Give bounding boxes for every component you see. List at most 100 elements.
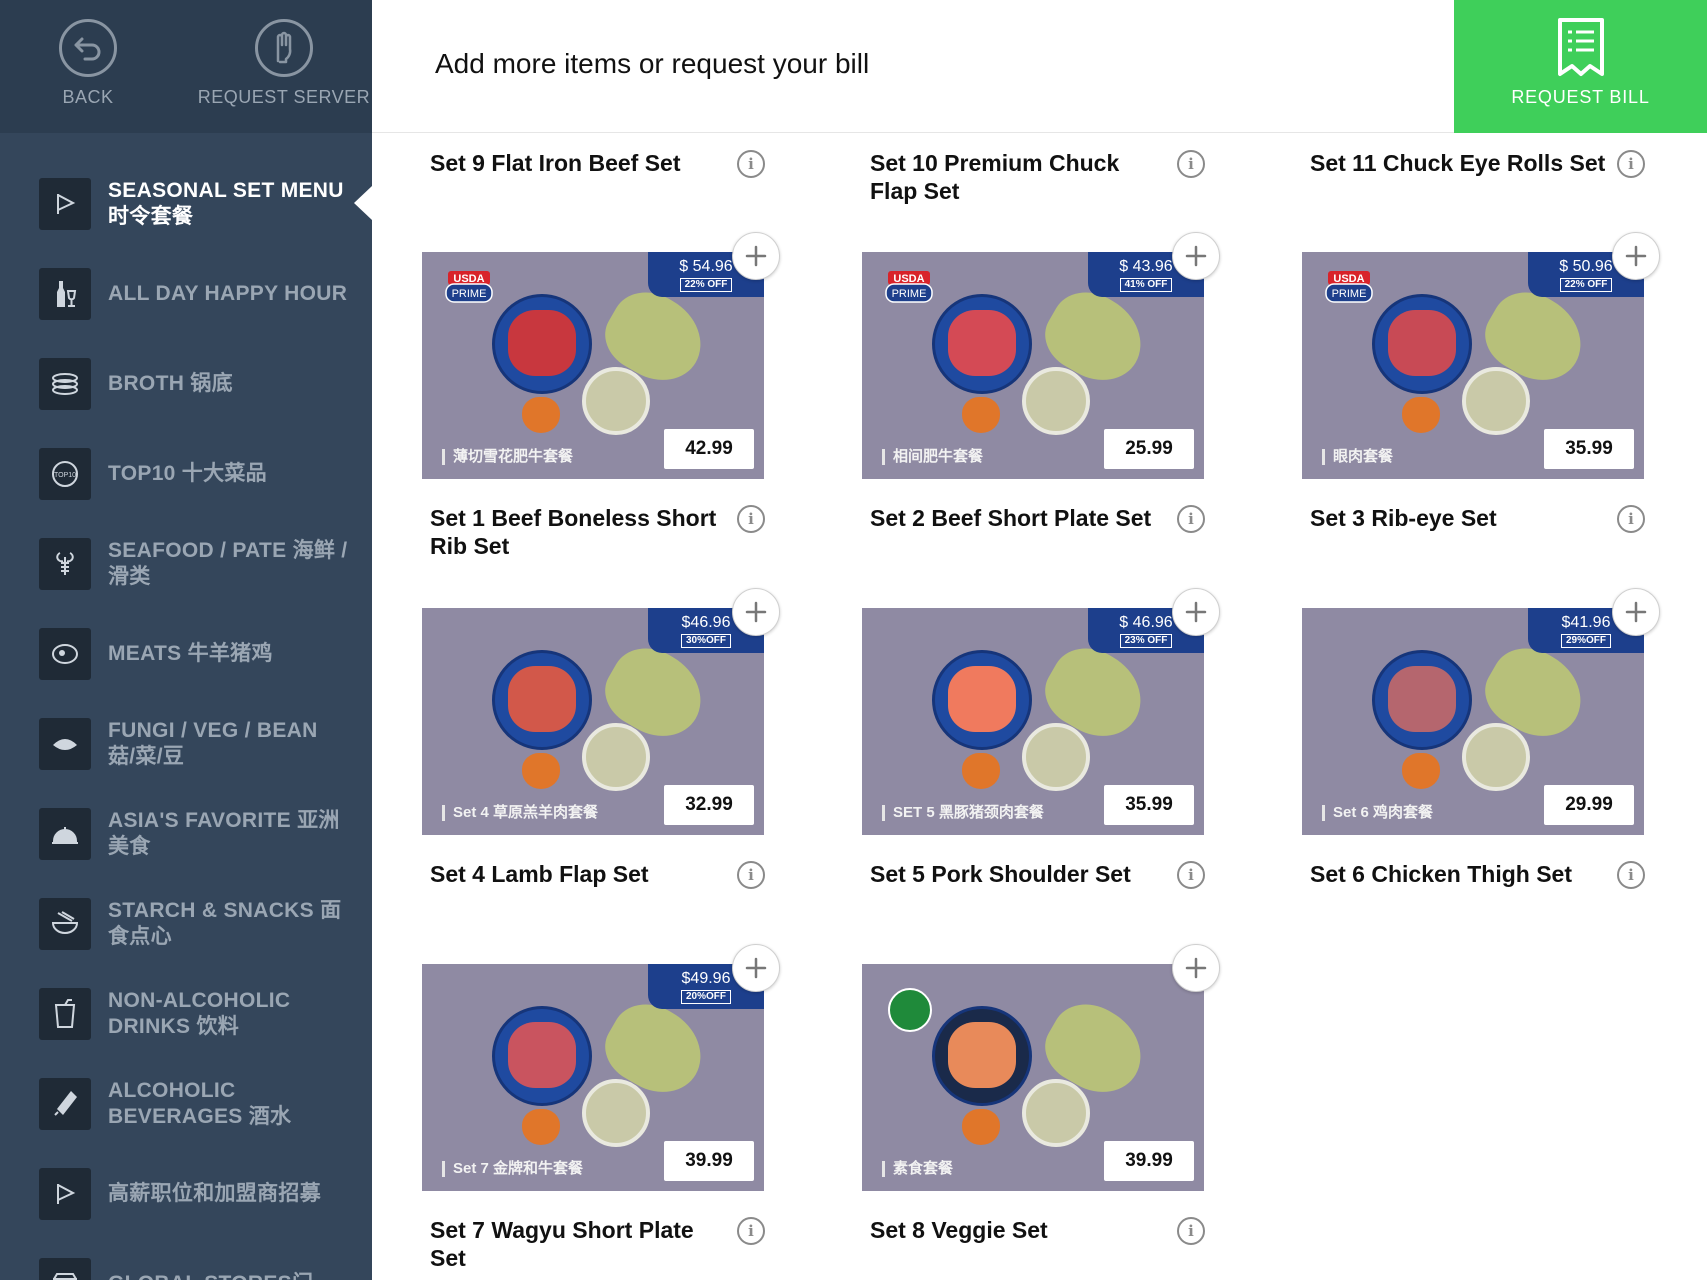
info-icon[interactable]: i: [737, 861, 765, 889]
category-item[interactable]: SEASONAL SET MENU 时令套餐: [0, 159, 372, 249]
category-item[interactable]: ALCOHOLIC BEVERAGES 酒水: [0, 1059, 372, 1149]
sauce-dish: [1402, 753, 1440, 789]
category-item[interactable]: BROTH 锅底: [0, 339, 372, 429]
set-card-image[interactable]: USDA PRIME $ 54.96 22% OFF 薄切雪花肥牛套餐 42.99: [422, 252, 764, 479]
set-card-image[interactable]: USDA PRIME $ 50.96 22% OFF 眼肉套餐 35.99: [1302, 252, 1644, 479]
flag-icon: [39, 1168, 91, 1220]
category-label: BROTH 锅底: [108, 372, 233, 395]
add-item-button[interactable]: [732, 944, 780, 992]
original-price: $ 50.96: [1559, 257, 1613, 275]
add-item-button[interactable]: [1612, 588, 1660, 636]
set-card-image[interactable]: 素食套餐 39.99: [862, 964, 1204, 1191]
soup-bowl: [582, 1079, 650, 1147]
info-icon[interactable]: i: [1177, 861, 1205, 889]
flag-icon: [39, 178, 91, 230]
svg-text:PRIME: PRIME: [452, 288, 487, 300]
item-title: Set 6 Chicken Thigh Set: [1310, 861, 1572, 887]
request-server-button[interactable]: REQUEST SERVER: [196, 0, 372, 133]
category-label: TOP10 十大菜品: [108, 462, 267, 485]
sauce-dish: [522, 753, 560, 789]
info-icon[interactable]: i: [1177, 505, 1205, 533]
soup-bowl: [582, 723, 650, 791]
set-card-image[interactable]: $ 46.96 23% OFF SET 5 黑豚猪颈肉套餐 35.99: [862, 608, 1204, 835]
category-item[interactable]: NON-ALCOHOLIC DRINKS 饮料: [0, 969, 372, 1059]
svg-text:PRIME: PRIME: [892, 288, 927, 300]
soup-bowl: [1022, 723, 1090, 791]
original-price: $49.96: [681, 969, 731, 987]
hand-icon: [255, 19, 313, 77]
add-item-button[interactable]: [1172, 588, 1220, 636]
soup-bowl: [1022, 1079, 1090, 1147]
item-title: Set 7 Wagyu Short Plate Set: [430, 1217, 694, 1271]
add-item-button[interactable]: [1612, 232, 1660, 280]
info-icon[interactable]: i: [1617, 505, 1645, 533]
add-item-button[interactable]: [732, 588, 780, 636]
sauce-dish: [962, 753, 1000, 789]
set-card-image[interactable]: $41.96 29%OFF Set 6 鸡肉套餐 29.99: [1302, 608, 1644, 835]
bottle-glass-icon: [39, 268, 91, 320]
category-label: GLOBAL STORES门: [108, 1271, 348, 1280]
original-price: $ 54.96: [679, 257, 733, 275]
add-item-button[interactable]: [732, 232, 780, 280]
original-price: $ 43.96: [1119, 257, 1173, 275]
back-button[interactable]: BACK: [38, 0, 138, 133]
info-icon[interactable]: i: [737, 505, 765, 533]
usda-prime-logo: USDA PRIME: [884, 270, 934, 304]
meat-slices: [1388, 666, 1456, 732]
category-item[interactable]: TOP10 TOP10 十大菜品: [0, 429, 372, 519]
discount-percent: 41% OFF: [1119, 277, 1173, 292]
sauce-dish: [522, 397, 560, 433]
plus-icon: [1185, 957, 1207, 979]
lobster-icon: [39, 538, 91, 590]
category-item[interactable]: ALL DAY HAPPY HOUR: [0, 249, 372, 339]
item-title: Set 1 Beef Boneless Short Rib Set: [430, 505, 717, 559]
category-item[interactable]: STARCH & SNACKS 面食点心: [0, 879, 372, 969]
original-price: $46.96: [681, 613, 731, 631]
category-item[interactable]: SEAFOOD / PATE 海鲜 / 滑类: [0, 519, 372, 609]
discount-percent: 29%OFF: [1560, 633, 1611, 648]
price-tag: 29.99: [1544, 785, 1634, 825]
original-price: $ 46.96: [1119, 613, 1173, 631]
set-card-image[interactable]: $49.96 20%OFF Set 7 金牌和牛套餐 39.99: [422, 964, 764, 1191]
price-tag: 35.99: [1104, 785, 1194, 825]
svg-text:USDA: USDA: [453, 273, 484, 285]
sauce-dish: [1402, 397, 1440, 433]
meat-slices: [508, 310, 576, 376]
item-title: Set 5 Pork Shoulder Set: [870, 861, 1131, 887]
info-icon[interactable]: i: [1177, 1217, 1205, 1245]
info-icon[interactable]: i: [1617, 861, 1645, 889]
set-card-image[interactable]: USDA PRIME $ 43.96 41% OFF 相间肥牛套餐 25.99: [862, 252, 1204, 479]
info-icon[interactable]: i: [1617, 150, 1645, 178]
discount-percent: 20%OFF: [680, 989, 731, 1004]
info-icon[interactable]: i: [737, 150, 765, 178]
item-title: Set 11 Chuck Eye Rolls Set: [1310, 150, 1606, 176]
category-item[interactable]: GLOBAL STORES门: [0, 1239, 372, 1280]
soup-bowl: [1462, 367, 1530, 435]
plus-icon: [1625, 601, 1647, 623]
card-chinese-name: Set 4 草原羔羊肉套餐: [442, 805, 598, 821]
category-item[interactable]: FUNGI / VEG / BEAN 菇/菜/豆: [0, 699, 372, 789]
item-title: Set 2 Beef Short Plate Set: [870, 505, 1152, 531]
svg-text:TOP10: TOP10: [54, 472, 76, 479]
set-card-image[interactable]: $46.96 30%OFF Set 4 草原羔羊肉套餐 32.99: [422, 608, 764, 835]
request-bill-button[interactable]: REQUEST BILL: [1454, 0, 1707, 133]
info-icon[interactable]: i: [1177, 150, 1205, 178]
price-tag: 25.99: [1104, 429, 1194, 469]
add-item-button[interactable]: [1172, 944, 1220, 992]
item-title: Set 4 Lamb Flap Set: [430, 861, 649, 887]
svg-text:USDA: USDA: [893, 273, 924, 285]
sauce-dish: [522, 1109, 560, 1145]
plus-icon: [745, 957, 767, 979]
meat-slices: [508, 666, 576, 732]
category-item[interactable]: ASIA'S FAVORITE 亚洲美食: [0, 789, 372, 879]
noodle-bowl-icon: [39, 898, 91, 950]
category-item[interactable]: MEATS 牛羊猪鸡: [0, 609, 372, 699]
meat-slices: [948, 666, 1016, 732]
meat-slices: [948, 310, 1016, 376]
category-label: MEATS 牛羊猪鸡: [108, 642, 273, 665]
item-title: Set 8 Veggie Set: [870, 1217, 1048, 1243]
info-icon[interactable]: i: [737, 1217, 765, 1245]
category-item[interactable]: 高薪职位和加盟商招募: [0, 1149, 372, 1239]
top10-icon: TOP10: [39, 448, 91, 500]
add-item-button[interactable]: [1172, 232, 1220, 280]
